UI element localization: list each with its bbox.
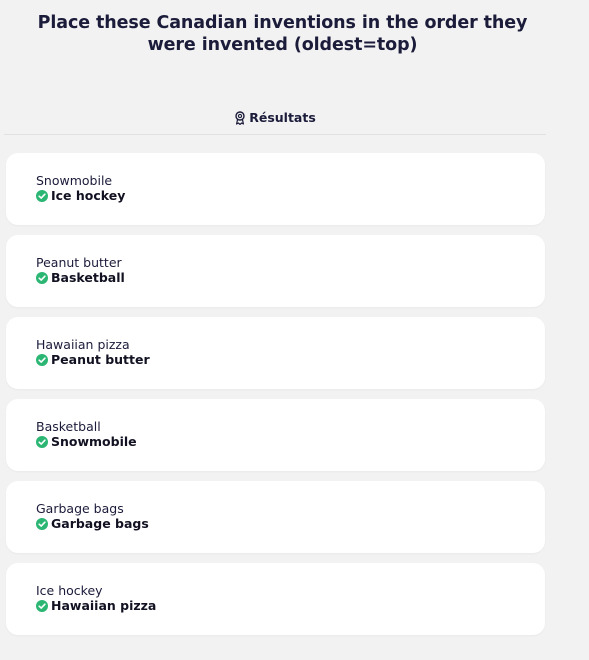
award-ribbon-icon bbox=[234, 111, 246, 128]
check-circle-icon bbox=[36, 354, 48, 366]
result-card: Garbage bags Garbage bags bbox=[6, 481, 545, 553]
correct-answer-text: Garbage bags bbox=[51, 516, 149, 531]
correct-answer: Basketball bbox=[36, 270, 125, 285]
correct-answer: Hawaiian pizza bbox=[36, 598, 156, 613]
correct-answer: Peanut butter bbox=[36, 352, 150, 367]
placed-item-text: Garbage bags bbox=[36, 501, 124, 516]
correct-answer-text: Snowmobile bbox=[51, 434, 137, 449]
check-circle-icon bbox=[36, 436, 48, 448]
correct-answer-text: Hawaiian pizza bbox=[51, 598, 157, 613]
result-card: Snowmobile Ice hockey bbox=[6, 153, 545, 225]
question-title-line-2: were invented (oldest=top) bbox=[147, 35, 418, 55]
correct-answer-text: Basketball bbox=[51, 270, 125, 285]
results-label: Résultats bbox=[249, 110, 316, 125]
check-circle-icon bbox=[36, 272, 48, 284]
question-title: Place these Canadian inventions in the o… bbox=[0, 12, 565, 56]
placed-item-text: Basketball bbox=[36, 419, 101, 434]
results-header: Résultats bbox=[4, 110, 546, 135]
check-circle-icon bbox=[36, 600, 48, 612]
correct-answer-text: Peanut butter bbox=[51, 352, 150, 367]
result-card: Hawaiian pizza Peanut butter bbox=[6, 317, 545, 389]
check-circle-icon bbox=[36, 190, 48, 202]
result-card: Ice hockey Hawaiian pizza bbox=[6, 563, 545, 635]
placed-item-text: Ice hockey bbox=[36, 583, 103, 598]
placed-item-text: Hawaiian pizza bbox=[36, 337, 130, 352]
check-circle-icon bbox=[36, 518, 48, 530]
correct-answer: Snowmobile bbox=[36, 434, 137, 449]
result-card: Peanut butter Basketball bbox=[6, 235, 545, 307]
correct-answer: Garbage bags bbox=[36, 516, 149, 531]
question-title-line-1: Place these Canadian inventions in the o… bbox=[37, 13, 528, 33]
result-card: Basketball Snowmobile bbox=[6, 399, 545, 471]
correct-answer: Ice hockey bbox=[36, 188, 125, 203]
correct-answer-text: Ice hockey bbox=[51, 188, 126, 203]
placed-item-text: Snowmobile bbox=[36, 173, 113, 188]
placed-item-text: Peanut butter bbox=[36, 255, 122, 270]
